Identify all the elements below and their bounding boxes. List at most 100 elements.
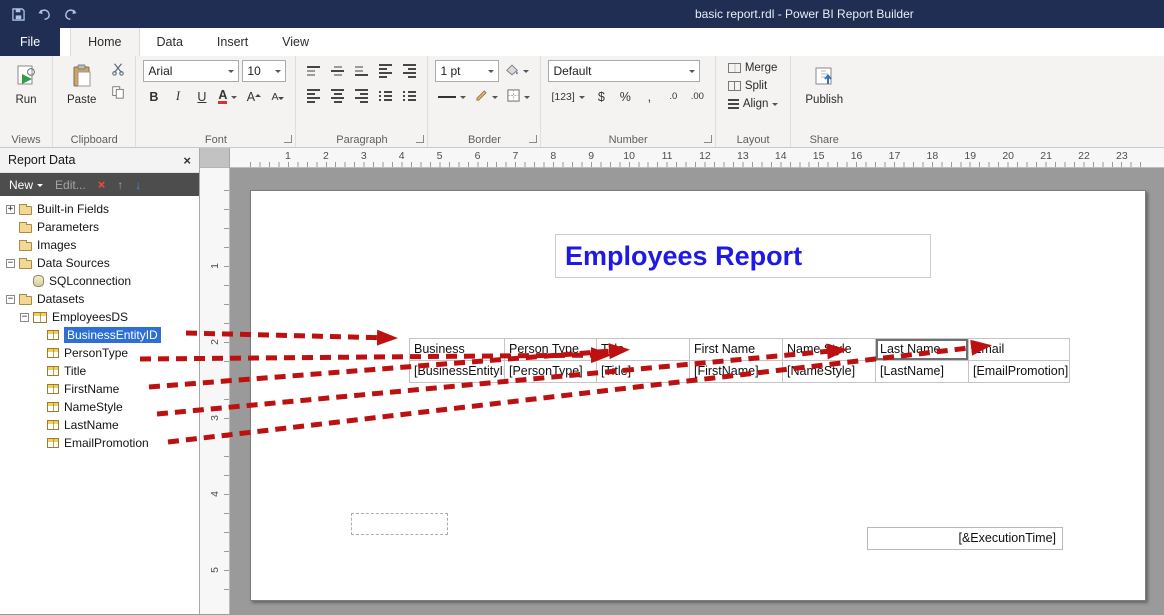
number-dialog-launcher[interactable] [703, 135, 712, 143]
tree-item-persontype[interactable]: PersonType [0, 344, 199, 362]
table-cell-name-style[interactable]: [NameStyle] [782, 360, 875, 382]
tree-item-title[interactable]: Title [0, 362, 199, 380]
tab-home[interactable]: Home [70, 27, 140, 56]
split-button[interactable]: Split [723, 78, 784, 94]
line-style-icon [438, 95, 457, 98]
font-dialog-launcher[interactable] [284, 135, 293, 143]
table-cell-business[interactable]: [BusinessEntityID] [409, 360, 504, 382]
paragraph-dialog-launcher[interactable] [416, 135, 425, 143]
number-code-button[interactable]: [123] [548, 86, 587, 107]
tree-item-datasets[interactable]: Datasets [0, 290, 199, 308]
tab-insert[interactable]: Insert [200, 28, 265, 56]
border-dialog-launcher[interactable] [529, 135, 538, 143]
font-size-select[interactable]: 10 [242, 60, 287, 82]
table-cell-email[interactable]: [EmailPromotion] [968, 360, 1069, 382]
bullet-list-button[interactable] [375, 85, 396, 106]
font-family-select[interactable]: Arial [143, 60, 240, 82]
tree-item-data-sources[interactable]: Data Sources [0, 254, 199, 272]
table-header-business[interactable]: Business [409, 338, 504, 360]
table-header-email[interactable]: Email [968, 338, 1069, 360]
italic-button[interactable]: I [167, 86, 188, 107]
table-header-last-name[interactable]: Last Name [875, 338, 968, 360]
align-left-button[interactable] [303, 85, 324, 106]
paint-bucket-icon [505, 63, 519, 79]
merge-button[interactable]: Merge [723, 60, 784, 76]
table-header-title[interactable]: Title [596, 338, 689, 360]
increase-decimal-button[interactable]: .0 [663, 86, 684, 107]
align-right-button[interactable] [351, 85, 372, 106]
comma-button[interactable]: , [639, 86, 660, 107]
tree-item-images[interactable]: Images [0, 236, 199, 254]
table-cell-title[interactable]: [Title] [596, 360, 689, 382]
number-format-select[interactable]: Default [548, 60, 701, 82]
ruler-number: 13 [736, 150, 749, 162]
borders-button[interactable] [504, 86, 533, 107]
table-header-name-style[interactable]: Name Style [782, 338, 875, 360]
border-width-select[interactable]: 1 pt [435, 60, 500, 82]
align-top-button[interactable] [303, 60, 324, 81]
execution-time-textbox[interactable]: [&ExecutionTime] [867, 527, 1063, 550]
table-header-person-type[interactable]: Person Type [504, 338, 596, 360]
tree-expander-icon[interactable] [20, 312, 29, 322]
tree-item-firstname[interactable]: FirstName [0, 380, 199, 398]
table-header-first-name[interactable]: First Name [689, 338, 782, 360]
font-color-button[interactable]: A [215, 86, 240, 107]
align-middle-button[interactable] [327, 60, 348, 81]
ruler-number: 2 [208, 339, 221, 345]
run-button[interactable]: Run [7, 60, 45, 130]
table-cell-last-name[interactable]: [LastName] [875, 360, 968, 382]
increase-indent-button[interactable] [399, 60, 420, 81]
currency-button[interactable]: $ [591, 86, 612, 107]
decrease-decimal-button[interactable]: .00 [687, 86, 708, 107]
new-button[interactable]: New [9, 178, 44, 192]
tree-item-namestyle[interactable]: NameStyle [0, 398, 199, 416]
fill-color-button[interactable] [502, 61, 532, 82]
line-style-button[interactable] [435, 86, 469, 107]
report-canvas[interactable]: Employees Report Business Person Type Titl… [250, 190, 1146, 601]
tab-data[interactable]: Data [140, 28, 200, 56]
decrease-indent-button[interactable] [375, 60, 396, 81]
report-table[interactable]: Business Person Type Title First Name Name S… [409, 338, 1070, 383]
move-down-icon[interactable]: ↓ [135, 178, 141, 192]
align-button[interactable]: Align [723, 96, 784, 112]
delete-icon[interactable]: × [98, 177, 106, 192]
grow-font-button[interactable]: A [243, 86, 264, 107]
empty-textbox[interactable] [351, 513, 448, 535]
tree-expander-icon[interactable] [6, 258, 15, 268]
align-center-button[interactable] [327, 85, 348, 106]
tree-expander-icon[interactable] [6, 294, 15, 304]
move-up-icon[interactable]: ↑ [117, 178, 123, 192]
undo-icon[interactable] [36, 6, 52, 22]
edit-button[interactable]: Edit... [55, 178, 86, 192]
cut-icon [111, 62, 125, 79]
paste-button[interactable]: Paste [60, 60, 103, 130]
tree-item-lastname[interactable]: LastName [0, 416, 199, 434]
number-list-button[interactable] [399, 85, 420, 106]
tree-item-employeesds[interactable]: EmployeesDS [0, 308, 199, 326]
tab-view[interactable]: View [265, 28, 326, 56]
tree-expander-icon[interactable] [6, 204, 15, 214]
publish-button[interactable]: Publish [798, 60, 850, 130]
tree-item-emailpromotion[interactable]: EmailPromotion [0, 434, 199, 452]
tree-item-businessentityid[interactable]: BusinessEntityID [0, 326, 199, 344]
tree-item-sqlconnection[interactable]: SQLconnection [0, 272, 199, 290]
close-icon[interactable]: × [183, 153, 191, 168]
align-bottom-button[interactable] [351, 60, 372, 81]
vertical-ruler: 1 2 3 4 5 [200, 168, 230, 614]
tree-item-parameters[interactable]: Parameters [0, 218, 199, 236]
border-color-button[interactable] [472, 86, 501, 107]
copy-button[interactable] [107, 83, 128, 104]
tree-item-built-in-fields[interactable]: Built-in Fields [0, 200, 199, 218]
percent-button[interactable]: % [615, 86, 636, 107]
shrink-font-button[interactable]: A [267, 86, 288, 107]
align-right-icon [355, 88, 369, 103]
table-cell-person-type[interactable]: [PersonType] [504, 360, 596, 382]
table-cell-first-name[interactable]: [FirstName] [689, 360, 782, 382]
tab-file[interactable]: File [0, 28, 61, 56]
underline-button[interactable]: U [191, 86, 212, 107]
report-title-textbox[interactable]: Employees Report [555, 234, 931, 278]
bold-button[interactable]: B [143, 86, 164, 107]
redo-icon[interactable] [62, 6, 78, 22]
cut-button[interactable] [107, 60, 128, 81]
save-icon[interactable] [10, 6, 26, 22]
